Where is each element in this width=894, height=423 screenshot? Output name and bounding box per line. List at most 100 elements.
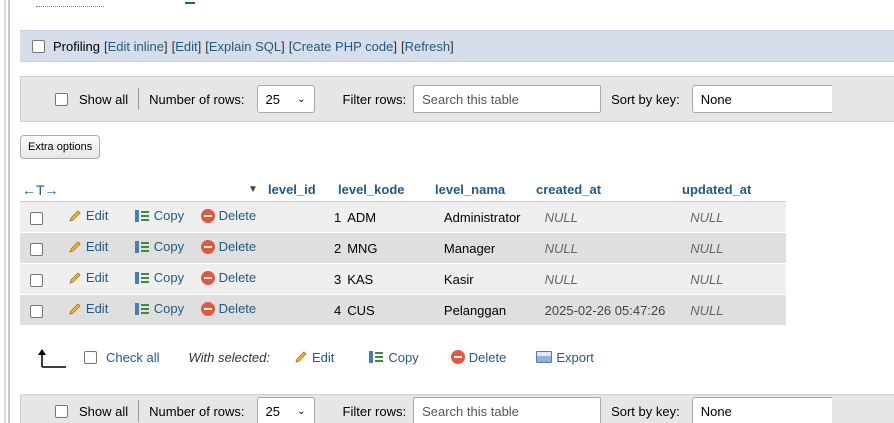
delete-icon xyxy=(200,301,215,316)
sort-value-bottom: None xyxy=(700,403,732,419)
cell-level-nama: Manager xyxy=(443,240,496,256)
pencil-icon xyxy=(68,302,82,316)
bulk-edit-button[interactable]: Edit xyxy=(294,350,334,365)
check-all-checkbox[interactable] xyxy=(84,350,97,364)
cell-level-kode: KAS xyxy=(347,271,374,287)
bulk-export-button[interactable]: Export xyxy=(536,350,594,365)
row-delete-button[interactable]: Delete xyxy=(200,208,256,223)
copy-icon xyxy=(134,271,150,285)
table-header: ←T→ ▼ level_id level_kode level_nama cre… xyxy=(20,178,786,202)
pencil-icon xyxy=(68,271,82,285)
left-panel-border xyxy=(0,0,10,423)
column-level-id[interactable]: level_id xyxy=(268,182,338,197)
with-selected-label: With selected: xyxy=(188,349,270,365)
refresh-link[interactable]: Refresh xyxy=(405,39,451,54)
sort-by-key-label-bottom: Sort by key: xyxy=(611,403,680,419)
filter-rows-input-bottom[interactable]: Search this table xyxy=(413,397,602,423)
cell-level-nama: Kasir xyxy=(443,271,474,287)
copy-icon xyxy=(134,302,150,316)
nav-separator xyxy=(138,88,140,110)
column-level-kode[interactable]: level_kode xyxy=(338,182,435,197)
sort-by-key-select-bottom[interactable]: None xyxy=(691,397,832,423)
top-clipped-strip xyxy=(20,0,894,18)
row-checkbox[interactable] xyxy=(30,304,43,318)
cell-level-nama: Administrator xyxy=(443,209,521,225)
bulk-delete-button[interactable]: Delete xyxy=(450,350,506,365)
sort-by-key-select[interactable]: None xyxy=(691,85,832,113)
rows-value-bottom: 25 xyxy=(265,403,280,419)
cell-level-id: 2 xyxy=(333,240,342,256)
row-edit-button[interactable]: Edit xyxy=(68,208,108,223)
row-copy-button[interactable]: Copy xyxy=(134,270,184,285)
cell-updated-at: NULL xyxy=(690,240,724,256)
profiling-label: Profiling xyxy=(53,38,100,54)
show-all-checkbox[interactable] xyxy=(55,92,68,106)
number-of-rows-select-bottom[interactable]: 25 ⌄ xyxy=(256,397,315,423)
extra-options-button[interactable]: Extra options xyxy=(20,135,101,159)
number-of-rows-select[interactable]: 25 ⌄ xyxy=(256,85,315,113)
top-dotted-rule xyxy=(36,6,104,7)
pencil-icon xyxy=(68,209,82,223)
results-table: ←T→ ▼ level_id level_kode level_nama cre… xyxy=(20,178,786,326)
cell-updated-at: NULL xyxy=(690,271,724,287)
row-delete-button[interactable]: Delete xyxy=(200,270,256,285)
show-all-checkbox-bottom[interactable] xyxy=(55,404,68,418)
table-row: Edit Copy Delete 4 CUS Pelanggan 2025-02… xyxy=(20,295,786,326)
nav-separator xyxy=(138,400,140,422)
pencil-icon xyxy=(294,350,308,364)
cell-level-kode: CUS xyxy=(347,302,375,318)
check-all-label[interactable]: Check all xyxy=(106,350,159,365)
column-resize-arrows[interactable]: ←T→ xyxy=(20,182,248,198)
cell-level-kode: MNG xyxy=(347,240,378,256)
create-php-code-link[interactable]: Create PHP code xyxy=(292,39,393,54)
filter-rows-label: Filter rows: xyxy=(342,91,407,107)
row-delete-button[interactable]: Delete xyxy=(200,301,256,316)
cell-level-id: 1 xyxy=(333,209,342,225)
rows-value: 25 xyxy=(265,91,280,107)
row-checkbox[interactable] xyxy=(30,273,43,287)
delete-icon xyxy=(200,208,215,223)
edit-link[interactable]: Edit xyxy=(175,39,197,54)
row-copy-button[interactable]: Copy xyxy=(134,301,184,316)
filter-rows-input[interactable]: Search this table xyxy=(413,85,602,113)
profiling-checkbox[interactable] xyxy=(32,39,45,53)
row-edit-button[interactable]: Edit xyxy=(68,270,108,285)
delete-icon xyxy=(200,239,215,254)
with-selected-bar: Check all With selected: Edit Copy Delet… xyxy=(20,340,720,374)
cell-updated-at: NULL xyxy=(690,209,724,225)
sort-by-key-label: Sort by key: xyxy=(611,91,680,107)
row-edit-button[interactable]: Edit xyxy=(68,239,108,254)
number-of-rows-label-bottom: Number of rows: xyxy=(149,403,245,419)
table-navigation-top: Show all Number of rows: 25 ⌄ Filter row… xyxy=(20,76,894,122)
row-copy-button[interactable]: Copy xyxy=(134,239,184,254)
top-link-fragment xyxy=(185,2,195,4)
bulk-copy-button[interactable]: Copy xyxy=(368,350,419,365)
edit-inline-link[interactable]: Edit inline xyxy=(108,39,164,54)
row-copy-button[interactable]: Copy xyxy=(134,208,184,223)
explain-sql-link[interactable]: Explain SQL xyxy=(209,39,281,54)
profiling-bar: Profiling [ Edit inline ] [ Edit ] [ Exp… xyxy=(20,30,894,62)
table-row: Edit Copy Delete 3 KAS Kasir NULL NULL xyxy=(20,264,786,295)
cell-created-at: NULL xyxy=(544,271,578,287)
row-delete-button[interactable]: Delete xyxy=(200,239,256,254)
row-checkbox[interactable] xyxy=(30,211,43,225)
number-of-rows-label: Number of rows: xyxy=(149,91,245,107)
column-created-at[interactable]: created_at xyxy=(536,182,682,197)
table-row: Edit Copy Delete 1 ADM Administrator NUL… xyxy=(20,202,786,233)
sort-triangle-icon[interactable]: ▼ xyxy=(248,184,268,195)
delete-icon xyxy=(200,270,215,285)
row-checkbox[interactable] xyxy=(30,242,43,256)
cell-level-nama: Pelanggan xyxy=(443,302,507,318)
column-level-nama[interactable]: level_nama xyxy=(435,182,536,197)
copy-icon xyxy=(134,209,150,223)
sort-value: None xyxy=(700,91,732,107)
select-all-arrow-icon xyxy=(36,345,76,369)
export-icon xyxy=(536,351,553,363)
column-updated-at[interactable]: updated_at xyxy=(682,182,778,197)
show-all-label: Show all xyxy=(79,91,129,107)
row-edit-button[interactable]: Edit xyxy=(68,301,108,316)
cell-created-at: NULL xyxy=(544,240,578,256)
chevron-down-icon: ⌄ xyxy=(297,93,306,105)
cell-created-at: 2025-02-26 05:47:26 xyxy=(544,302,666,318)
chevron-down-icon: ⌄ xyxy=(297,405,306,417)
